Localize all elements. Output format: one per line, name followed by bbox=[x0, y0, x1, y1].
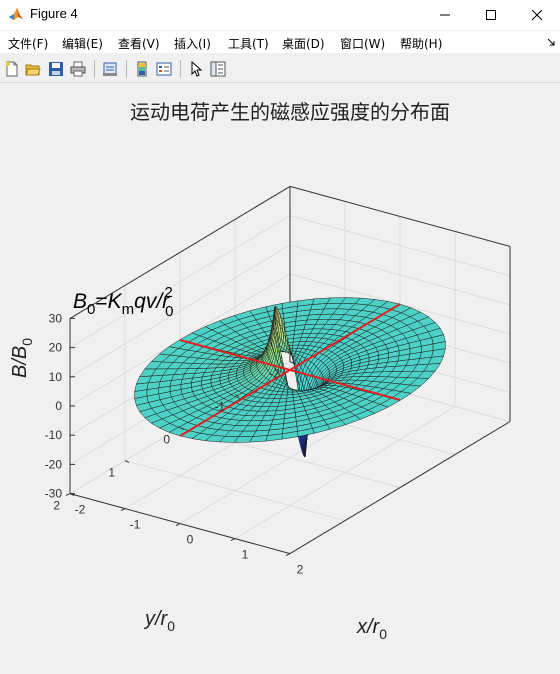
dock-arrow-icon[interactable] bbox=[546, 37, 556, 47]
close-icon bbox=[531, 9, 543, 21]
z-tick-label: -20 bbox=[45, 457, 63, 471]
print-preview-button[interactable] bbox=[100, 59, 120, 79]
surface-plot bbox=[134, 297, 446, 458]
menu-insert[interactable]: 插入(I) bbox=[174, 35, 211, 52]
x-tick bbox=[120, 508, 126, 512]
maximize-button[interactable] bbox=[468, 0, 514, 30]
print-preview-icon bbox=[103, 62, 117, 76]
surface-patch bbox=[287, 389, 293, 393]
save-button[interactable] bbox=[46, 59, 66, 79]
z-tick-label: -10 bbox=[45, 428, 63, 442]
x-tick bbox=[175, 523, 181, 527]
axis-edge bbox=[289, 421, 511, 555]
legend-button[interactable] bbox=[154, 59, 174, 79]
property-inspector-icon bbox=[210, 61, 226, 77]
menu-desktop[interactable]: 桌面(D) bbox=[282, 35, 325, 52]
z-tick-label: 30 bbox=[49, 311, 63, 325]
x-axis-label: x/r0 bbox=[356, 616, 387, 642]
minimize-icon bbox=[440, 14, 450, 16]
y-tick-label: -2 bbox=[269, 367, 280, 381]
annotation-formula: B0=Kmqv/r02 bbox=[73, 284, 174, 320]
y-tick-label: 0 bbox=[163, 433, 170, 447]
y-tick-label: 1 bbox=[108, 466, 115, 480]
z-axis-label: B/B0 bbox=[9, 338, 35, 378]
save-icon bbox=[49, 62, 63, 76]
matlab-logo-icon bbox=[9, 8, 23, 20]
open-file-icon bbox=[25, 64, 41, 76]
x-tick-label: 0 bbox=[187, 533, 194, 547]
y-axis-label: y/r0 bbox=[143, 608, 175, 634]
menu-window[interactable]: 窗口(W) bbox=[340, 35, 385, 52]
pointer-button[interactable] bbox=[186, 59, 206, 79]
y-tick-label: 2 bbox=[53, 499, 60, 513]
z-tick-label: 10 bbox=[49, 370, 63, 384]
title-bar: Figure 4 bbox=[0, 0, 560, 30]
menu-view[interactable]: 查看(V) bbox=[118, 35, 160, 52]
y-tick-label: -1 bbox=[214, 400, 225, 414]
toolbar bbox=[0, 56, 560, 83]
x-tick-label: -2 bbox=[75, 503, 86, 517]
new-figure-button[interactable] bbox=[2, 59, 22, 79]
menu-bar: 文件(F) 编辑(E) 查看(V) 插入(I) 工具(T) 桌面(D) 窗口(W… bbox=[0, 31, 560, 53]
pointer-icon bbox=[191, 61, 203, 77]
x-tick bbox=[65, 493, 71, 497]
x-tick-label: 1 bbox=[242, 548, 249, 562]
print-icon bbox=[70, 61, 86, 77]
menu-edit[interactable]: 编辑(E) bbox=[62, 35, 103, 52]
new-figure-icon bbox=[6, 61, 18, 77]
z-tick-label: 0 bbox=[55, 399, 62, 413]
x-tick-label: 2 bbox=[297, 563, 304, 577]
surface-patch bbox=[279, 394, 288, 399]
chart-title: 运动电荷产生的磁感应强度的分布面 bbox=[130, 100, 450, 124]
figure-canvas[interactable]: -30-20-100102030-2-1012 -2-1012 运动电荷产生的磁感… bbox=[0, 83, 560, 674]
menu-tools[interactable]: 工具(T) bbox=[228, 35, 269, 52]
menu-file[interactable]: 文件(F) bbox=[8, 35, 48, 52]
x-tick bbox=[230, 538, 236, 542]
z-tick-label: 20 bbox=[49, 341, 63, 355]
legend-icon bbox=[156, 62, 172, 76]
menu-help[interactable]: 帮助(H) bbox=[400, 35, 442, 52]
open-file-button[interactable] bbox=[23, 59, 43, 79]
print-button[interactable] bbox=[68, 59, 88, 79]
x-tick-label: -1 bbox=[130, 518, 141, 532]
close-button[interactable] bbox=[514, 0, 560, 30]
surface-patch bbox=[281, 391, 288, 396]
property-inspector-button[interactable] bbox=[208, 59, 228, 79]
minimize-button[interactable] bbox=[422, 0, 468, 30]
x-tick bbox=[285, 553, 291, 557]
colorbar-button[interactable] bbox=[132, 59, 152, 79]
colorbar-icon bbox=[137, 61, 147, 77]
window-title: Figure 4 bbox=[30, 6, 78, 21]
maximize-icon bbox=[486, 10, 496, 20]
